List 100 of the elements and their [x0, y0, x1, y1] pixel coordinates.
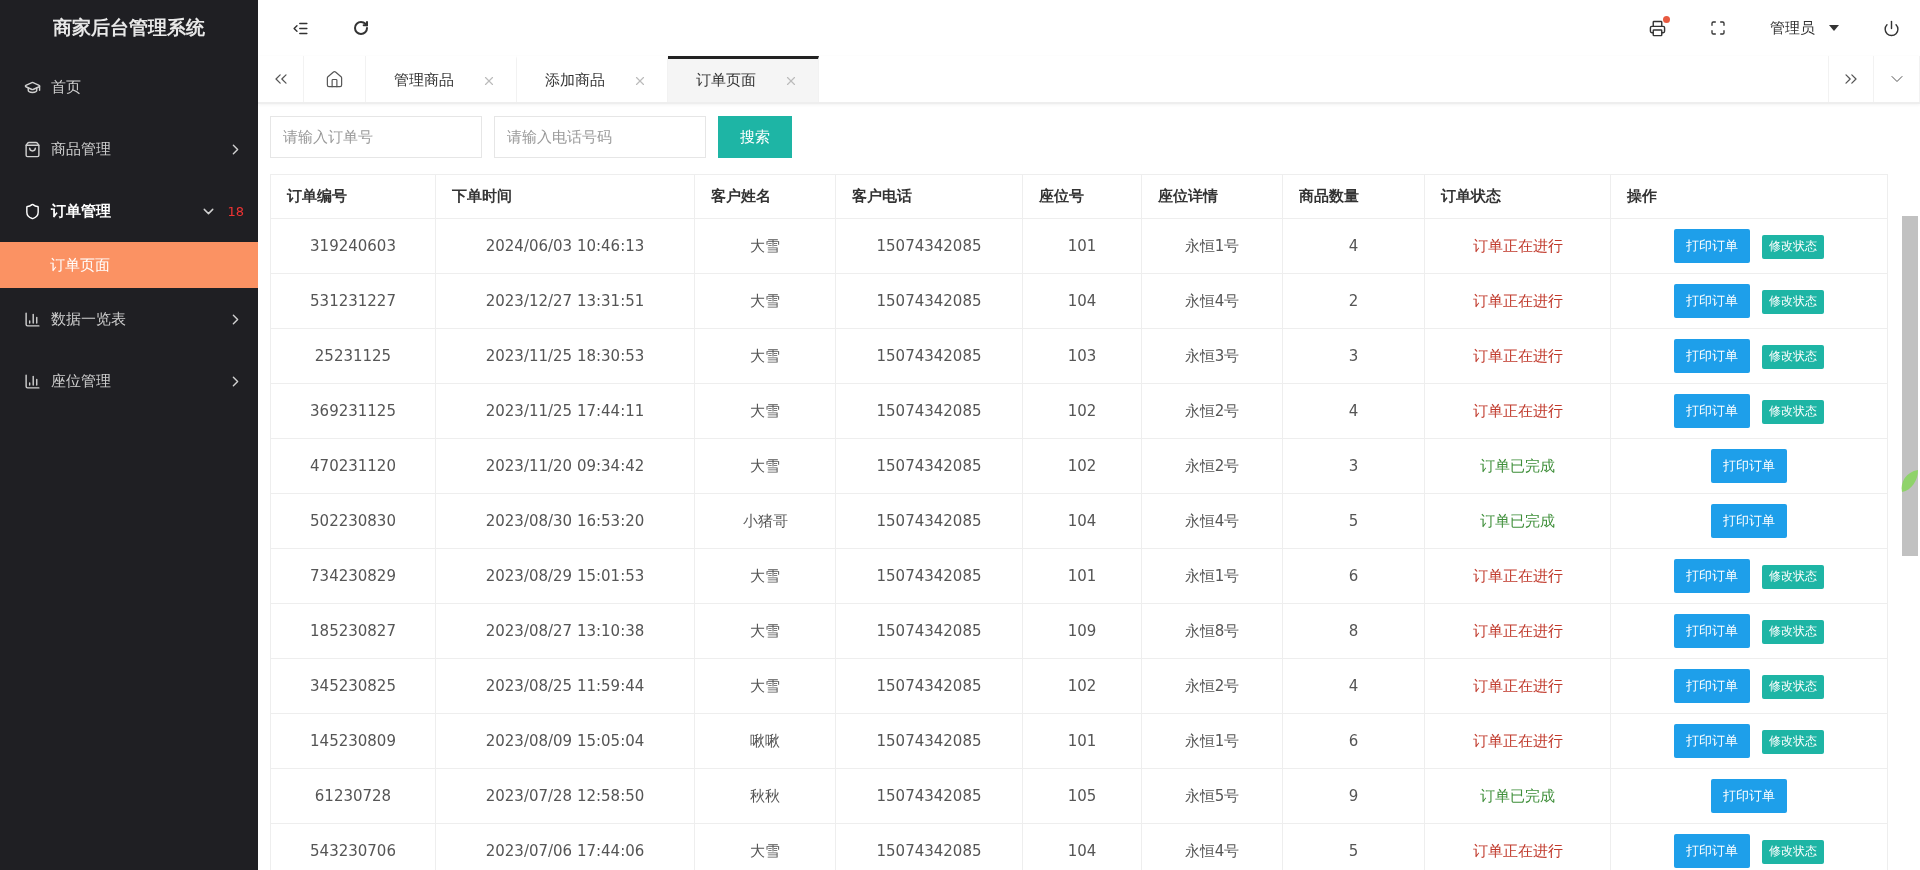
- power-icon[interactable]: [1883, 19, 1900, 37]
- change-status-button[interactable]: 修改状态: [1762, 234, 1824, 259]
- table-cell: 永恒4号: [1141, 493, 1283, 549]
- table-cell: 15074342085: [835, 603, 1023, 659]
- order-status: 订单正在进行: [1472, 236, 1563, 255]
- table-cell: 2023/08/09 15:05:04: [435, 713, 695, 769]
- change-status-button[interactable]: 修改状态: [1762, 839, 1824, 864]
- scroll-right-icon[interactable]: [1828, 56, 1874, 102]
- sidebar-item[interactable]: 首页: [0, 56, 258, 118]
- change-status-button[interactable]: 修改状态: [1762, 674, 1824, 699]
- table-cell: 15074342085: [835, 383, 1023, 439]
- table-cell: 109: [1022, 603, 1142, 659]
- column-header: 订单状态: [1424, 174, 1611, 219]
- table-cell: 15074342085: [835, 548, 1023, 604]
- phone-field[interactable]: 请输入电话号码: [494, 116, 706, 158]
- table-cell: 3: [1282, 438, 1425, 494]
- table-cell: 15074342085: [835, 218, 1023, 274]
- change-status-button[interactable]: 修改状态: [1762, 729, 1824, 754]
- sidebar-item[interactable]: 数据一览表: [0, 288, 258, 350]
- change-status-button[interactable]: 修改状态: [1762, 399, 1824, 424]
- table-cell: 61230728: [270, 768, 436, 824]
- table-cell: 470231120: [270, 438, 436, 494]
- table-cell: 大雪: [694, 548, 836, 604]
- print-order-button[interactable]: 打印订单: [1711, 449, 1787, 483]
- fullscreen-icon[interactable]: [1710, 20, 1726, 36]
- table-cell: 2023/07/28 12:58:50: [435, 768, 695, 824]
- table-cell: 秋秋: [694, 768, 836, 824]
- change-status-button[interactable]: 修改状态: [1762, 289, 1824, 314]
- table-cell: 101: [1022, 548, 1142, 604]
- order-status: 订单正在进行: [1472, 346, 1563, 365]
- table-cell: 8: [1282, 603, 1425, 659]
- search-button[interactable]: 搜索: [718, 116, 792, 158]
- change-status-button[interactable]: 修改状态: [1762, 564, 1824, 589]
- table-cell: 101: [1022, 218, 1142, 274]
- table-cell: 大雪: [694, 383, 836, 439]
- table-cell: 105: [1022, 768, 1142, 824]
- table-cell: 大雪: [694, 328, 836, 384]
- print-order-button[interactable]: 打印订单: [1674, 614, 1750, 648]
- bag-icon: [24, 140, 41, 158]
- order-status: 订单正在进行: [1472, 731, 1563, 750]
- tab[interactable]: 添加商品: [517, 56, 668, 102]
- table-cell: 永恒1号: [1141, 713, 1283, 769]
- print-order-button[interactable]: 打印订单: [1674, 284, 1750, 318]
- table-cell: 大雪: [694, 658, 836, 714]
- tab[interactable]: 订单页面: [668, 56, 819, 102]
- table-cell: 15074342085: [835, 713, 1023, 769]
- sidebar-item[interactable]: 商品管理: [0, 118, 258, 180]
- table-cell: 2023/08/30 16:53:20: [435, 493, 695, 549]
- table-cell: 永恒1号: [1141, 548, 1283, 604]
- table-cell: 102: [1022, 438, 1142, 494]
- print-order-button[interactable]: 打印订单: [1674, 559, 1750, 593]
- table-cell: 大雪: [694, 603, 836, 659]
- scrollbar[interactable]: [1902, 216, 1918, 556]
- order-status: 订单已完成: [1480, 511, 1555, 530]
- refresh-icon[interactable]: [353, 20, 369, 36]
- sidebar-subitem[interactable]: 订单页面: [0, 242, 258, 288]
- table-cell: 2024/06/03 10:46:13: [435, 218, 695, 274]
- print-order-button[interactable]: 打印订单: [1674, 339, 1750, 373]
- print-order-button[interactable]: 打印订单: [1711, 504, 1787, 538]
- order-status: 订单已完成: [1480, 786, 1555, 805]
- column-header: 下单时间: [435, 174, 695, 219]
- table-cell: 永恒2号: [1141, 383, 1283, 439]
- sidebar-item[interactable]: 订单管理 18: [0, 180, 258, 242]
- print-order-button[interactable]: 打印订单: [1674, 669, 1750, 703]
- sidebar-item[interactable]: 座位管理: [0, 350, 258, 412]
- order-status: 订单正在进行: [1472, 291, 1563, 310]
- column-header: 座位号: [1022, 174, 1142, 219]
- table-cell: 2023/11/20 09:34:42: [435, 438, 695, 494]
- print-order-button[interactable]: 打印订单: [1674, 394, 1750, 428]
- print-order-button[interactable]: 打印订单: [1674, 834, 1750, 868]
- table-cell: 永恒4号: [1141, 273, 1283, 329]
- column-header: 订单编号: [270, 174, 436, 219]
- table-cell: 104: [1022, 493, 1142, 549]
- change-status-button[interactable]: 修改状态: [1762, 344, 1824, 369]
- table-cell: 永恒8号: [1141, 603, 1283, 659]
- print-order-button[interactable]: 打印订单: [1674, 724, 1750, 758]
- user-menu[interactable]: 管理员: [1770, 18, 1839, 38]
- order-status: 订单正在进行: [1472, 621, 1563, 640]
- table-cell: 102: [1022, 658, 1142, 714]
- column-header: 座位详情: [1141, 174, 1283, 219]
- table-cell: 啾啾: [694, 713, 836, 769]
- table-cell: 102: [1022, 383, 1142, 439]
- table-cell: 永恒3号: [1141, 328, 1283, 384]
- table-cell: 3: [1282, 328, 1425, 384]
- print-order-button[interactable]: 打印订单: [1711, 779, 1787, 813]
- order-status: 订单正在进行: [1472, 841, 1563, 860]
- table-cell: 4: [1282, 383, 1425, 439]
- order-number-field[interactable]: 请输入订单号: [270, 116, 482, 158]
- table-cell: 15074342085: [835, 328, 1023, 384]
- change-status-button[interactable]: 修改状态: [1762, 619, 1824, 644]
- table-cell: 永恒2号: [1141, 658, 1283, 714]
- table-cell: 5: [1282, 493, 1425, 549]
- table-cell: 2023/08/27 13:10:38: [435, 603, 695, 659]
- table-cell: 25231125: [270, 328, 436, 384]
- table-cell: 小猪哥: [694, 493, 836, 549]
- table-cell: 502230830: [270, 493, 436, 549]
- print-order-button[interactable]: 打印订单: [1674, 229, 1750, 263]
- tab[interactable]: 管理商品: [366, 56, 517, 102]
- table-cell: 319240603: [270, 218, 436, 274]
- shield-icon: [24, 202, 41, 220]
